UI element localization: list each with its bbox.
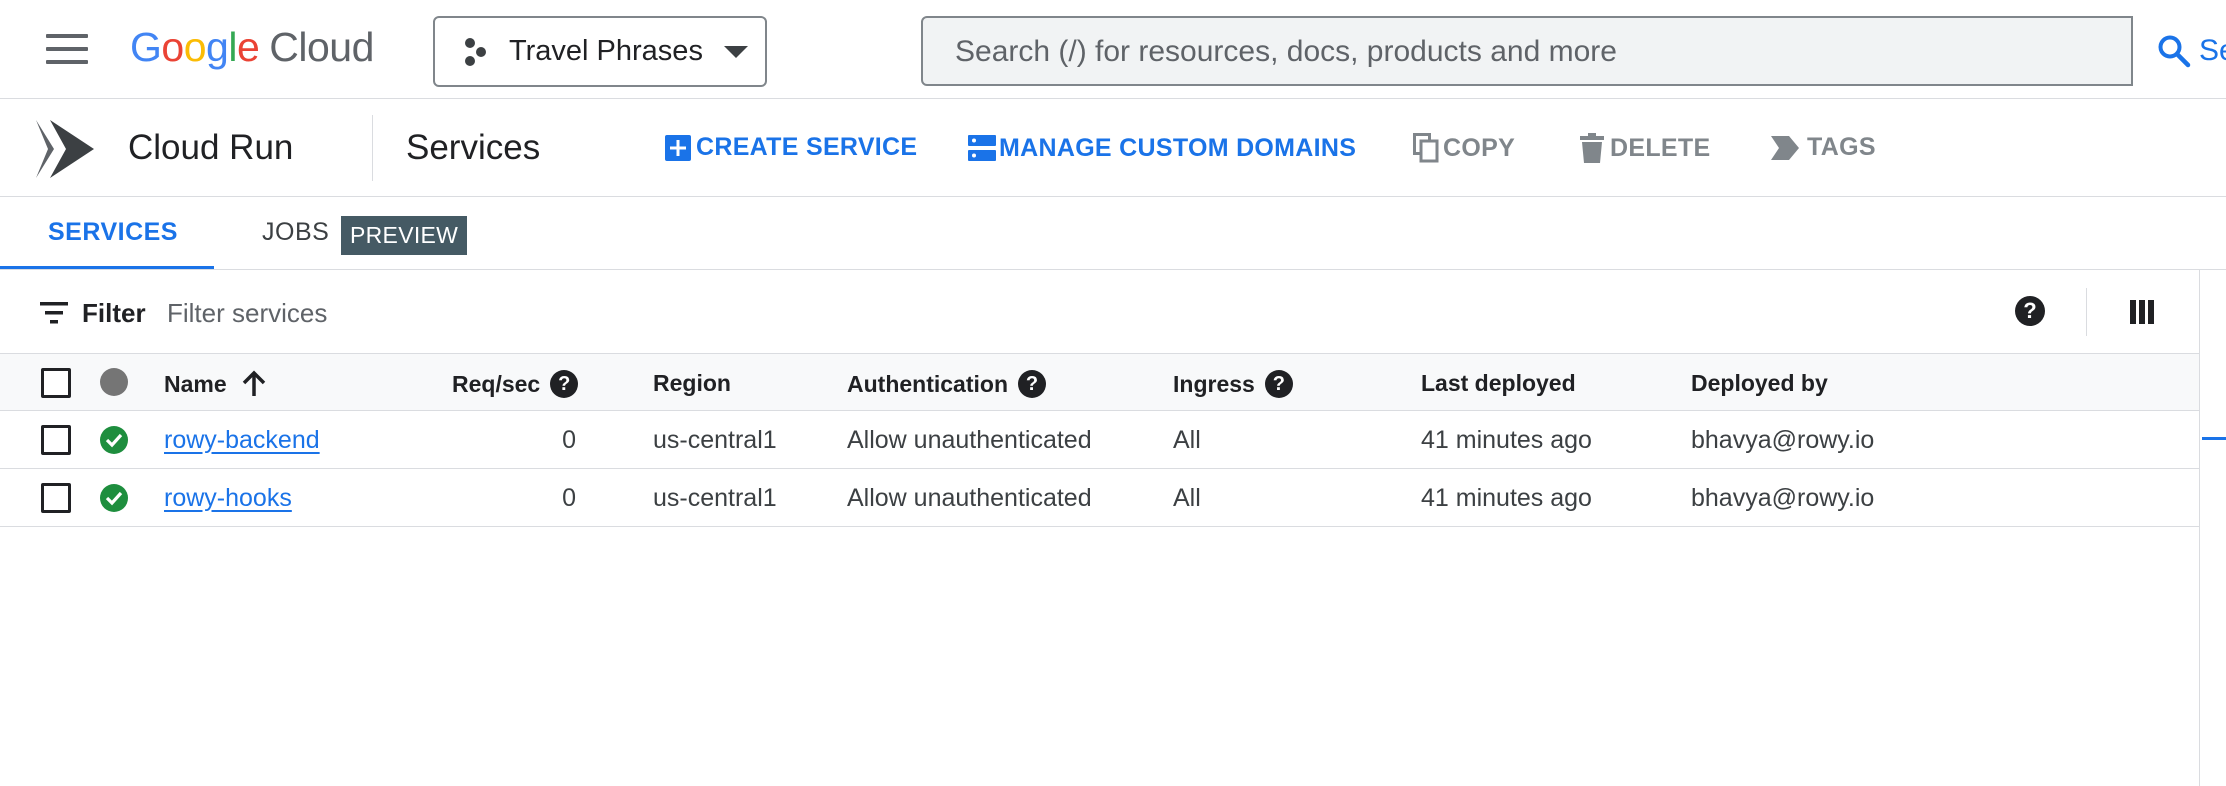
- status-ok-icon: [100, 426, 128, 454]
- tab-services[interactable]: SERVICES: [48, 218, 178, 247]
- logo-letter: o: [161, 24, 184, 70]
- region-value: us-central1: [653, 426, 777, 454]
- authentication-value: Allow unauthenticated: [847, 426, 1092, 454]
- last-deployed-value: 41 minutes ago: [1421, 426, 1592, 454]
- domains-icon: [968, 135, 996, 161]
- tab-jobs[interactable]: JOBS: [262, 218, 329, 247]
- column-header-authentication-label: Authentication: [847, 370, 1008, 397]
- main-menu-icon[interactable]: [46, 34, 88, 66]
- cloud-wordmark: Cloud: [269, 24, 374, 70]
- filter-label[interactable]: Filter: [82, 298, 146, 329]
- chevron-down-icon: [723, 45, 748, 58]
- search-icon: [2158, 35, 2191, 68]
- column-header-name-label: Name: [164, 370, 227, 397]
- delete-label: DELETE: [1610, 133, 1711, 162]
- select-all-checkbox[interactable]: [41, 368, 71, 398]
- last-deployed-value: 41 minutes ago: [1421, 484, 1592, 512]
- manage-custom-domains-label: MANAGE CUSTOM DOMAINS: [999, 133, 1357, 162]
- search-bar: Se: [921, 16, 2226, 86]
- project-hexagons-icon: [465, 37, 486, 66]
- tags-label: TAGS: [1807, 133, 1876, 161]
- table-row: rowy-hooks 0 us-central1 Allow unauthent…: [0, 469, 2199, 527]
- google-cloud-logo[interactable]: Google Cloud: [130, 24, 374, 71]
- copy-icon: [1413, 133, 1439, 163]
- create-service-label: CREATE SERVICE: [696, 133, 918, 161]
- service-name-link[interactable]: rowy-hooks: [164, 484, 292, 513]
- logo-letter: G: [130, 24, 162, 70]
- create-service-button[interactable]: CREATE SERVICE: [664, 133, 917, 162]
- row-checkbox[interactable]: [41, 483, 71, 513]
- row-checkbox[interactable]: [41, 425, 71, 455]
- logo-letter: o: [183, 24, 207, 70]
- column-header-deployed-by[interactable]: Deployed by: [1691, 370, 1828, 397]
- ingress-value: All: [1173, 426, 1201, 454]
- side-panel-accent: [2202, 437, 2226, 440]
- arrow-up-icon: [242, 370, 265, 396]
- logo-letter: g: [206, 24, 229, 70]
- tags-button[interactable]: TAGS: [1771, 133, 1876, 162]
- column-header-ingress-label: Ingress: [1173, 370, 1255, 397]
- column-display-icon[interactable]: [2130, 300, 2154, 324]
- column-header-region[interactable]: Region: [653, 370, 731, 397]
- google-wordmark: Google: [130, 24, 260, 70]
- column-header-region-label: Region: [653, 370, 731, 396]
- authentication-value: Allow unauthenticated: [847, 484, 1092, 512]
- tag-icon: [1771, 135, 1799, 160]
- logo-letter: e: [236, 24, 260, 70]
- help-icon[interactable]: ?: [2015, 296, 2045, 326]
- project-name: Travel Phrases: [509, 35, 703, 67]
- req-sec-help-icon[interactable]: ?: [550, 370, 579, 398]
- column-header-req-sec[interactable]: Req/sec ?: [452, 370, 579, 398]
- column-header-last-deployed-label: Last deployed: [1421, 370, 1576, 396]
- header-divider: [372, 115, 373, 181]
- filter-icon: [40, 302, 68, 324]
- tabs-divider: [0, 269, 2226, 270]
- status-ok-icon: [100, 484, 128, 512]
- trash-icon: [1580, 133, 1604, 163]
- deployed-by-value: bhavya@rowy.io: [1691, 426, 1875, 454]
- page-title: Services: [406, 128, 541, 167]
- region-value: us-central1: [653, 484, 777, 512]
- copy-label: COPY: [1443, 133, 1516, 162]
- ingress-value: All: [1173, 484, 1201, 512]
- column-header-deployed-by-label: Deployed by: [1691, 370, 1828, 396]
- column-header-name[interactable]: Name: [164, 370, 267, 398]
- authentication-help-icon[interactable]: ?: [1018, 370, 1046, 398]
- manage-custom-domains-button[interactable]: MANAGE CUSTOM DOMAINS: [967, 133, 1356, 163]
- preview-badge: PREVIEW: [341, 216, 468, 255]
- checkmark-icon: [105, 491, 123, 506]
- add-box-icon: [665, 134, 691, 161]
- table-header: Name Req/sec ? Region Authentication ? I…: [0, 353, 2199, 411]
- cloud-run-logo-icon: [36, 120, 94, 178]
- req-sec-value: 0: [562, 484, 576, 512]
- project-picker[interactable]: Travel Phrases: [433, 16, 767, 87]
- req-sec-value: 0: [562, 426, 576, 454]
- column-header-last-deployed[interactable]: Last deployed: [1421, 370, 1576, 397]
- filter-divider: [2086, 288, 2087, 336]
- column-header-ingress[interactable]: Ingress ?: [1173, 370, 1293, 398]
- service-name-link[interactable]: rowy-backend: [164, 426, 320, 455]
- column-header-req-sec-label: Req/sec: [452, 370, 541, 397]
- checkmark-icon: [105, 433, 123, 448]
- delete-button[interactable]: DELETE: [1580, 133, 1710, 163]
- search-button[interactable]: Se: [2131, 16, 2226, 86]
- table-row: rowy-backend 0 us-central1 Allow unauthe…: [0, 411, 2199, 469]
- logo-letter: l: [228, 24, 237, 70]
- search-input[interactable]: [955, 35, 2035, 69]
- ingress-help-icon[interactable]: ?: [1264, 370, 1293, 398]
- status-column-icon: [100, 368, 128, 396]
- product-name: Cloud Run: [128, 128, 294, 167]
- search-button-label: Se: [2199, 34, 2226, 67]
- column-header-authentication[interactable]: Authentication ?: [847, 370, 1046, 398]
- filter-services-input[interactable]: [167, 298, 767, 329]
- copy-button[interactable]: COPY: [1413, 133, 1515, 163]
- side-panel-border: [2199, 270, 2200, 786]
- deployed-by-value: bhavya@rowy.io: [1691, 484, 1875, 512]
